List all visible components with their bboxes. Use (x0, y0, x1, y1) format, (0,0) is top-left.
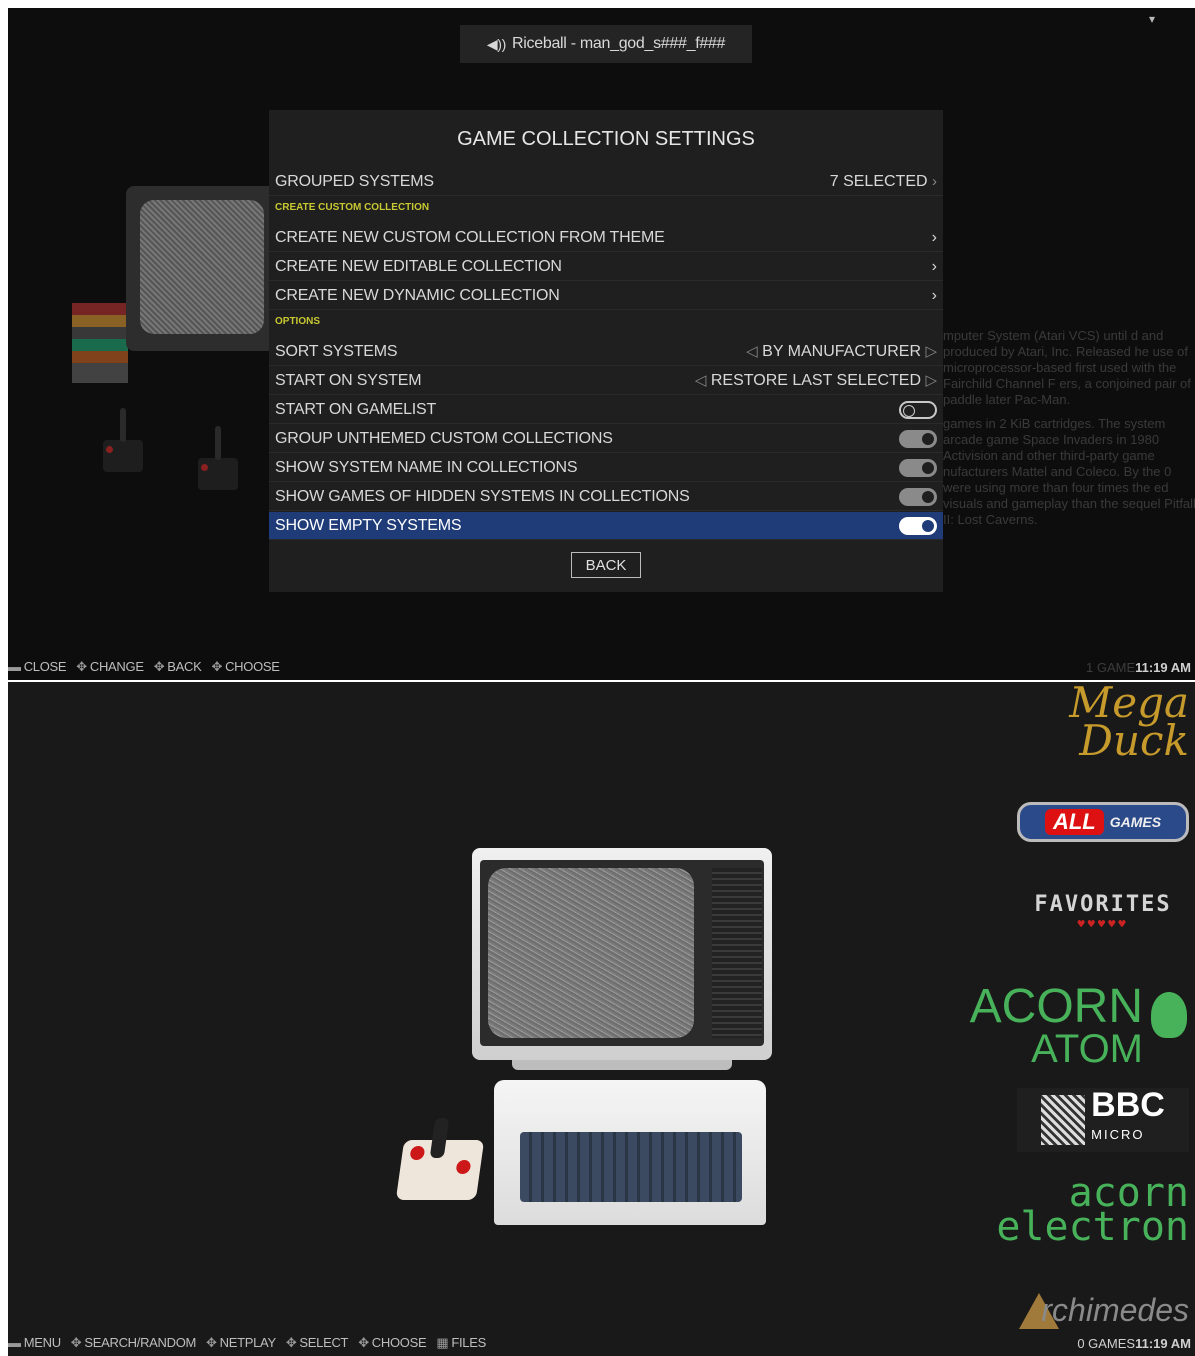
joystick-image (198, 426, 238, 490)
create-from-theme-row[interactable]: CREATE NEW CUSTOM COLLECTION FROM THEME … (269, 224, 943, 252)
sort-systems-row[interactable]: SORT SYSTEMS ◁ BY MANUFACTURER ▷ (269, 338, 943, 366)
favorites-logo[interactable]: FAVORITES ♥♥♥♥♥ (1017, 892, 1189, 931)
help-item: ✥ BACK (153, 659, 202, 674)
toggle-switch[interactable] (899, 488, 937, 506)
help-item: ▬ MENU (8, 1335, 61, 1350)
section-header-options: OPTIONS (275, 316, 321, 327)
system-description: mputer System (Atari VCS) until d and pr… (943, 328, 1195, 536)
arrow-left-icon: ◁ (694, 372, 707, 389)
help-bar: ▬ MENU ✥ SEARCH/RANDOM ✥ NETPLAY ✥ SELECT ✥ C… (8, 1335, 486, 1351)
files-icon: ▦ (436, 1335, 449, 1350)
help-item: ▬ CLOSE (8, 659, 67, 674)
description-paragraph: mputer System (Atari VCS) until d and pr… (943, 328, 1191, 407)
row-label: SHOW EMPTY SYSTEMS (275, 516, 462, 534)
chevron-right-icon: › (932, 172, 937, 190)
speaker-icon: ◀)) (486, 35, 507, 52)
chevron-right-icon: › (931, 257, 937, 275)
acorn-icon (1151, 992, 1187, 1038)
toggle-switch[interactable] (899, 430, 937, 448)
tv-image (472, 848, 772, 1070)
help-item: ✥ NETPLAY (206, 1335, 276, 1350)
button-icon: ▬ (8, 1335, 21, 1350)
dpad-icon: ✥ (153, 659, 165, 674)
grouped-systems-row[interactable]: GROUPED SYSTEMS 7 SELECTED › (269, 168, 943, 196)
start-on-system-row[interactable]: START ON SYSTEM ◁ RESTORE LAST SELECTED … (269, 367, 943, 395)
game-count: 0 GAMES (1077, 1336, 1136, 1351)
row-label: SHOW SYSTEM NAME IN COLLECTIONS (275, 458, 578, 476)
game-boxes-image (72, 303, 128, 383)
help-item: ✥ CHANGE (76, 659, 144, 674)
tv-image (126, 186, 276, 366)
help-item: ✥ CHOOSE (358, 1335, 427, 1350)
now-playing-banner: ◀)) Riceball - man_god_s###_f### (460, 25, 752, 63)
show-empty-systems-row[interactable]: SHOW EMPTY SYSTEMS (269, 512, 943, 540)
clock: 11:19 AM (1135, 1336, 1191, 1351)
dpad-icon: ✥ (358, 1335, 369, 1350)
row-label: SORT SYSTEMS (275, 342, 398, 360)
row-label: CREATE NEW DYNAMIC COLLECTION (275, 286, 560, 304)
row-label: GROUP UNTHEMED CUSTOM COLLECTIONS (275, 429, 613, 447)
dpad-icon: ✥ (206, 1335, 217, 1350)
status-area: 1 GAME11:19 AM (1086, 660, 1191, 675)
now-playing-text: Riceball - man_god_s###_f### (512, 35, 726, 52)
row-label: START ON SYSTEM (275, 371, 422, 389)
clock: 11:19 AM (1135, 660, 1191, 675)
section-header-custom: CREATE CUSTOM COLLECTION (275, 202, 430, 213)
toggle-switch[interactable] (899, 517, 937, 535)
dpad-icon: ✥ (76, 659, 87, 674)
settings-screen: ▾ ◀)) Riceball - man_god_s###_f### mpute… (8, 8, 1195, 680)
chevron-right-icon: › (931, 228, 937, 246)
row-value: ◁ BY MANUFACTURER ▷ (746, 343, 937, 360)
row-label: CREATE NEW EDITABLE COLLECTION (275, 257, 562, 275)
help-item: ▦ FILES (436, 1335, 486, 1350)
group-unthemed-row[interactable]: GROUP UNTHEMED CUSTOM COLLECTIONS (269, 425, 943, 453)
show-system-name-row[interactable]: SHOW SYSTEM NAME IN COLLECTIONS (269, 454, 943, 482)
system-carousel-screen: Mega Duck ALL GAMES FAVORITES ♥♥♥♥♥ ACOR… (8, 682, 1195, 1356)
start-on-gamelist-row[interactable]: START ON GAMELIST (269, 396, 943, 424)
help-item: ✥ CHOOSE (211, 659, 280, 674)
create-editable-row[interactable]: CREATE NEW EDITABLE COLLECTION › (269, 253, 943, 281)
acorn-electron-logo[interactable]: acorn electron (996, 1173, 1189, 1247)
arrow-right-icon: ▷ (925, 372, 937, 389)
row-label: START ON GAMELIST (275, 400, 437, 418)
game-count: 1 GAME (1085, 660, 1136, 675)
chevron-right-icon: › (931, 286, 937, 304)
owl-pattern-icon (1041, 1095, 1086, 1145)
joystick-image (395, 1118, 485, 1200)
hearts-icon: ♥♥♥♥♥ (1077, 917, 1129, 931)
toggle-switch[interactable] (899, 459, 937, 477)
dpad-icon: ✥ (285, 1335, 297, 1350)
row-label: GROUPED SYSTEMS (275, 172, 434, 190)
button-icon: ▬ (8, 659, 21, 674)
joystick-image (103, 408, 143, 472)
create-dynamic-row[interactable]: CREATE NEW DYNAMIC COLLECTION › (269, 282, 943, 310)
status-area: 0 GAMES11:19 AM (1077, 1336, 1191, 1351)
archimedes-logo[interactable]: rchimedes (1019, 1292, 1189, 1329)
row-value: ◁ RESTORE LAST SELECTED ▷ (694, 372, 937, 389)
acorn-atom-logo[interactable]: ACORN ATOM (970, 983, 1189, 1069)
wifi-icon: ▾ (1148, 12, 1155, 26)
all-games-logo[interactable]: ALL GAMES (1017, 802, 1189, 842)
help-item: ✥ SEARCH/RANDOM (70, 1335, 197, 1350)
dpad-icon: ✥ (211, 659, 223, 674)
arrow-left-icon: ◁ (746, 343, 758, 360)
help-bar: ▬ CLOSE ✥ CHANGE ✥ BACK ✥ CHOOSE (8, 659, 280, 675)
game-collection-settings-dialog: GAME COLLECTION SETTINGS GROUPED SYSTEMS… (269, 110, 943, 592)
row-value: 7 SELECTED › (829, 172, 937, 190)
arrow-right-icon: ▷ (925, 343, 937, 360)
dialog-title: GAME COLLECTION SETTINGS (457, 128, 755, 150)
help-item: ✥ SELECT (285, 1335, 349, 1350)
description-paragraph: games in 2 KiB cartridges. The system ar… (943, 416, 1195, 527)
bbc-micro-logo[interactable]: BBC MICRO (1017, 1088, 1189, 1152)
toggle-switch[interactable] (899, 401, 937, 419)
back-button[interactable]: BACK (571, 552, 641, 578)
dpad-icon: ✥ (70, 1335, 82, 1350)
show-hidden-games-row[interactable]: SHOW GAMES OF HIDDEN SYSTEMS IN COLLECTI… (269, 483, 943, 511)
row-label: SHOW GAMES OF HIDDEN SYSTEMS IN COLLECTI… (275, 487, 690, 505)
mega-duck-logo[interactable]: Mega Duck (1069, 682, 1189, 762)
acorn-computer-image (494, 1080, 766, 1225)
row-label: CREATE NEW CUSTOM COLLECTION FROM THEME (275, 228, 665, 246)
